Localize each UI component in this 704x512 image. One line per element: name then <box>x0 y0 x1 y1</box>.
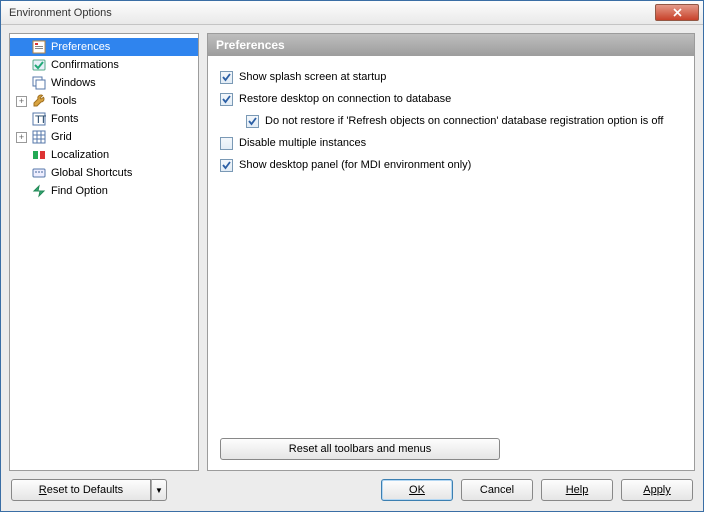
expand-spacer <box>16 168 27 179</box>
tree-item-tools[interactable]: + Tools <box>10 92 198 110</box>
checkbox-row: Restore desktop on connection to databas… <box>220 88 682 110</box>
find-icon <box>31 183 47 199</box>
expand-spacer <box>16 60 27 71</box>
checkbox[interactable] <box>246 115 259 128</box>
reset-defaults-button[interactable]: Reset to Defaults <box>11 479 151 501</box>
tree-item-find-option[interactable]: Find Option <box>10 182 198 200</box>
tree-item-label: Preferences <box>51 41 110 53</box>
checkbox-label[interactable]: Do not restore if 'Refresh objects on co… <box>265 115 663 127</box>
tree-item-localization[interactable]: Localization <box>10 146 198 164</box>
expand-icon[interactable]: + <box>16 132 27 143</box>
checkbox-row: Show splash screen at startup <box>220 66 682 88</box>
windows-icon <box>31 75 47 91</box>
shortcut-icon <box>31 165 47 181</box>
reset-defaults-dropdown[interactable]: ▼ <box>151 479 167 501</box>
close-button[interactable] <box>655 4 699 21</box>
tree-item-preferences[interactable]: Preferences <box>10 38 198 56</box>
help-button[interactable]: Help <box>541 479 613 501</box>
expand-spacer <box>16 42 27 53</box>
pref-icon <box>31 39 47 55</box>
panel-body: Show splash screen at startup Restore des… <box>208 56 694 470</box>
button-row: Reset to Defaults ▼ OK Cancel Help Apply <box>9 479 695 503</box>
reset-toolbars-button[interactable]: Reset all toolbars and menus <box>220 438 500 460</box>
tree-item-fonts[interactable]: TT Fonts <box>10 110 198 128</box>
svg-text:T: T <box>40 114 46 126</box>
client-area: Preferences Confirmations Windows + Tools TT F… <box>1 25 703 511</box>
checkbox-label[interactable]: Restore desktop on connection to databas… <box>239 93 451 105</box>
nav-tree[interactable]: Preferences Confirmations Windows + Tools TT F… <box>9 33 199 471</box>
tree-item-grid[interactable]: + Grid <box>10 128 198 146</box>
tree-item-label: Localization <box>51 149 109 161</box>
tree-item-confirmations[interactable]: Confirmations <box>10 56 198 74</box>
grid-icon <box>31 129 47 145</box>
tree-item-label: Grid <box>51 131 72 143</box>
cancel-button[interactable]: Cancel <box>461 479 533 501</box>
checkbox-row: Disable multiple instances <box>220 132 682 154</box>
tree-item-label: Tools <box>51 95 77 107</box>
expand-spacer <box>16 150 27 161</box>
confirm-icon <box>31 57 47 73</box>
checkbox-row: Do not restore if 'Refresh objects on co… <box>246 110 682 132</box>
dialog-window: Environment Options Preferences Confirmat… <box>0 0 704 512</box>
help-label: Help <box>566 484 589 496</box>
checkbox[interactable] <box>220 159 233 172</box>
expand-spacer <box>16 114 27 125</box>
tree-item-label: Confirmations <box>51 59 119 71</box>
window-title: Environment Options <box>9 7 112 19</box>
tools-icon <box>31 93 47 109</box>
close-icon <box>673 8 682 17</box>
titlebar: Environment Options <box>1 1 703 25</box>
panel-header: Preferences <box>208 34 694 56</box>
tree-item-windows[interactable]: Windows <box>10 74 198 92</box>
ok-button[interactable]: OK <box>381 479 453 501</box>
expand-spacer <box>16 186 27 197</box>
tree-item-label: Fonts <box>51 113 79 125</box>
fonts-icon: TT <box>31 111 47 127</box>
top-row: Preferences Confirmations Windows + Tools TT F… <box>9 33 695 471</box>
preferences-panel: Preferences Show splash screen at startu… <box>207 33 695 471</box>
apply-button[interactable]: Apply <box>621 479 693 501</box>
reset-defaults-split-button: Reset to Defaults ▼ <box>11 479 167 501</box>
checkbox-label[interactable]: Show desktop panel (for MDI environment … <box>239 159 471 171</box>
checkbox-label[interactable]: Show splash screen at startup <box>239 71 386 83</box>
apply-label: Apply <box>643 484 671 496</box>
tree-item-label: Global Shortcuts <box>51 167 132 179</box>
checkbox[interactable] <box>220 71 233 84</box>
checkbox[interactable] <box>220 137 233 150</box>
tree-item-label: Find Option <box>51 185 108 197</box>
expand-spacer <box>16 78 27 89</box>
reset-defaults-label: Reset to Defaults <box>39 484 123 496</box>
local-icon <box>31 147 47 163</box>
tree-item-label: Windows <box>51 77 96 89</box>
tree-item-global-shortcuts[interactable]: Global Shortcuts <box>10 164 198 182</box>
checkbox[interactable] <box>220 93 233 106</box>
checkbox-label[interactable]: Disable multiple instances <box>239 137 366 149</box>
reset-toolbar-row: Reset all toolbars and menus <box>220 438 682 460</box>
expand-icon[interactable]: + <box>16 96 27 107</box>
checkbox-row: Show desktop panel (for MDI environment … <box>220 154 682 176</box>
